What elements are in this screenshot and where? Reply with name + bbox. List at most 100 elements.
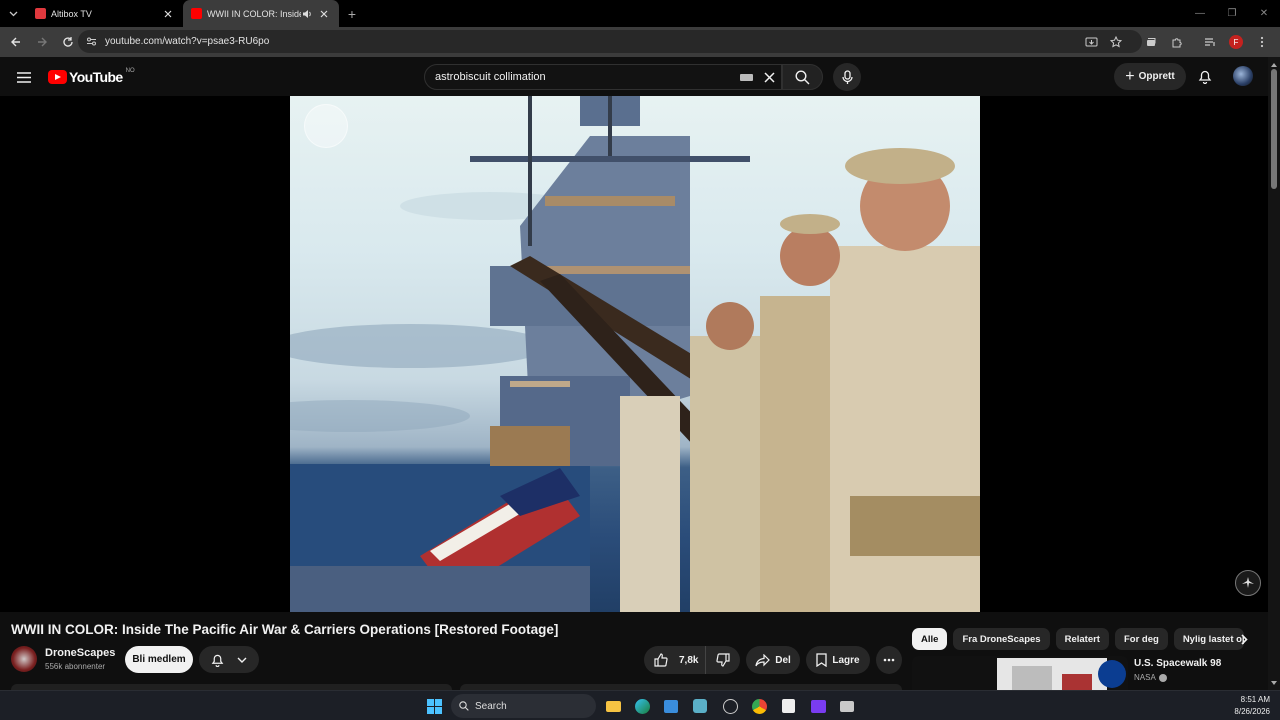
like-count: 7,8k: [679, 654, 699, 666]
star-icon: [1110, 36, 1122, 48]
browser-tab-altibox[interactable]: Altibox TV: [27, 0, 183, 27]
kebab-menu-icon: [1260, 36, 1264, 48]
video-frame: [290, 96, 980, 612]
close-icon: [763, 71, 775, 83]
country-code: NO: [125, 68, 135, 74]
arrow-right-icon: [38, 37, 47, 47]
related-filter-chips: Alle Fra DroneScapes Relatert For deg Ny…: [912, 628, 1250, 650]
arrow-left-icon: [11, 37, 20, 47]
speaker-icon[interactable]: [301, 8, 313, 20]
bookmark-button[interactable]: [1104, 30, 1128, 54]
share-button[interactable]: Del: [746, 646, 800, 674]
reload-icon: [63, 37, 73, 47]
scroll-up-arrow[interactable]: [1271, 63, 1277, 67]
address-bar[interactable]: youtube.com/watch?v=psae3-RU6po: [78, 30, 1142, 53]
video-player[interactable]: [290, 96, 980, 612]
chip-from-channel[interactable]: Fra DroneScapes: [953, 628, 1050, 650]
like-button[interactable]: 7,8k: [644, 646, 706, 674]
window-close-button[interactable]: ✕: [1248, 0, 1280, 27]
youtube-play-logo-icon: [48, 70, 67, 84]
hamburger-menu-icon: [17, 71, 31, 83]
app-icon[interactable]: [808, 696, 828, 716]
chrome-icon[interactable]: [749, 696, 769, 716]
guide-menu-button[interactable]: [14, 67, 34, 87]
file-explorer-icon[interactable]: [603, 696, 623, 716]
windows-logo-icon: [426, 698, 442, 714]
extensions-button[interactable]: [1165, 30, 1189, 54]
notifications-button[interactable]: [1195, 66, 1215, 86]
minimize-button[interactable]: —: [1184, 0, 1216, 27]
subscriber-count: 556k abonnenter: [45, 662, 106, 671]
layers-icon: [1147, 38, 1156, 46]
recommended-video-title[interactable]: U.S. Spacewalk 98: [1134, 658, 1221, 669]
search-button[interactable]: [782, 64, 823, 90]
media-controls-button[interactable]: [1198, 30, 1222, 54]
more-horizontal-icon: [883, 658, 895, 662]
new-tab-button[interactable]: +: [339, 0, 365, 27]
search-query: astrobiscuit collimation: [435, 71, 546, 83]
app-icon[interactable]: [778, 696, 798, 716]
video-title: WWII IN COLOR: Inside The Pacific Air Wa…: [11, 622, 559, 637]
install-icon: [1085, 37, 1097, 46]
tab-search-button[interactable]: [0, 0, 27, 27]
clock-time: 8:51 AM: [1240, 695, 1270, 704]
subscription-notifications-button[interactable]: [199, 646, 259, 673]
scroll-thumb[interactable]: [1271, 69, 1277, 189]
altibox-favicon-icon: [35, 8, 46, 19]
channel-branding-icon[interactable]: [1235, 570, 1261, 596]
microphone-icon: [841, 69, 853, 84]
share-label: Del: [775, 654, 791, 666]
save-button[interactable]: Lagre: [806, 646, 870, 674]
search-icon: [459, 701, 469, 711]
chip-related[interactable]: Relatert: [1055, 628, 1109, 650]
recommended-video-thumbnail[interactable]: [912, 656, 1128, 692]
recommended-channel-name: NASA: [1134, 673, 1156, 682]
reload-button[interactable]: [56, 30, 80, 54]
toolbar-actions: F: [1078, 27, 1280, 57]
app-icon[interactable]: [690, 696, 710, 716]
dislike-button[interactable]: [706, 653, 740, 667]
tab-groups-button[interactable]: [1139, 30, 1163, 54]
taskbar-search-label: Search: [475, 700, 507, 712]
browser-tab-strip: Altibox TV WWII IN COLOR: Inside The + —…: [0, 0, 1280, 27]
steam-icon[interactable]: [720, 696, 740, 716]
browser-toolbar: youtube.com/watch?v=psae3-RU6po F: [0, 27, 1280, 57]
chip-for-you[interactable]: For deg: [1114, 628, 1168, 650]
tab-close-button[interactable]: [161, 7, 175, 21]
taskbar-search[interactable]: Search: [451, 694, 596, 718]
profile-button[interactable]: F: [1224, 30, 1248, 54]
youtube-logo[interactable]: YouTube NO: [48, 68, 135, 85]
chips-next-button[interactable]: [1236, 631, 1252, 647]
app-icon[interactable]: [837, 696, 857, 716]
back-button[interactable]: [4, 30, 28, 54]
keyboard-icon[interactable]: [740, 73, 753, 81]
join-button[interactable]: Bli medlem: [125, 646, 193, 673]
clear-search-button[interactable]: [761, 69, 777, 85]
profile-avatar: F: [1229, 35, 1243, 49]
maximize-button[interactable]: ❐: [1216, 0, 1248, 27]
channel-name[interactable]: DroneScapes: [45, 647, 115, 659]
install-app-button[interactable]: [1079, 30, 1103, 54]
channel-avatar[interactable]: [11, 646, 37, 672]
start-button[interactable]: [424, 696, 444, 716]
tab-close-button[interactable]: [317, 7, 331, 21]
edge-browser-icon[interactable]: [632, 696, 652, 716]
create-button[interactable]: + Opprett: [1114, 63, 1186, 90]
site-info-icon[interactable]: [86, 36, 97, 47]
chip-all[interactable]: Alle: [912, 628, 948, 650]
forward-button[interactable]: [30, 30, 54, 54]
page-scrollbar[interactable]: [1268, 57, 1280, 691]
thumbnail-image: [997, 658, 1126, 692]
store-icon[interactable]: [661, 696, 681, 716]
bookmark-icon: [816, 653, 828, 667]
chip-recently-uploaded[interactable]: Nylig lastet opp: [1173, 628, 1244, 650]
scroll-down-arrow[interactable]: [1271, 681, 1277, 685]
system-clock[interactable]: 8:51 AM 8/26/2026: [1234, 694, 1270, 718]
browser-tab-youtube[interactable]: WWII IN COLOR: Inside The: [183, 0, 339, 27]
account-avatar[interactable]: [1233, 66, 1253, 86]
browser-menu-button[interactable]: [1250, 30, 1274, 54]
more-actions-button[interactable]: [876, 646, 902, 674]
chevron-down-icon: [9, 11, 18, 16]
search-input[interactable]: astrobiscuit collimation: [424, 64, 782, 90]
voice-search-button[interactable]: [833, 63, 861, 91]
